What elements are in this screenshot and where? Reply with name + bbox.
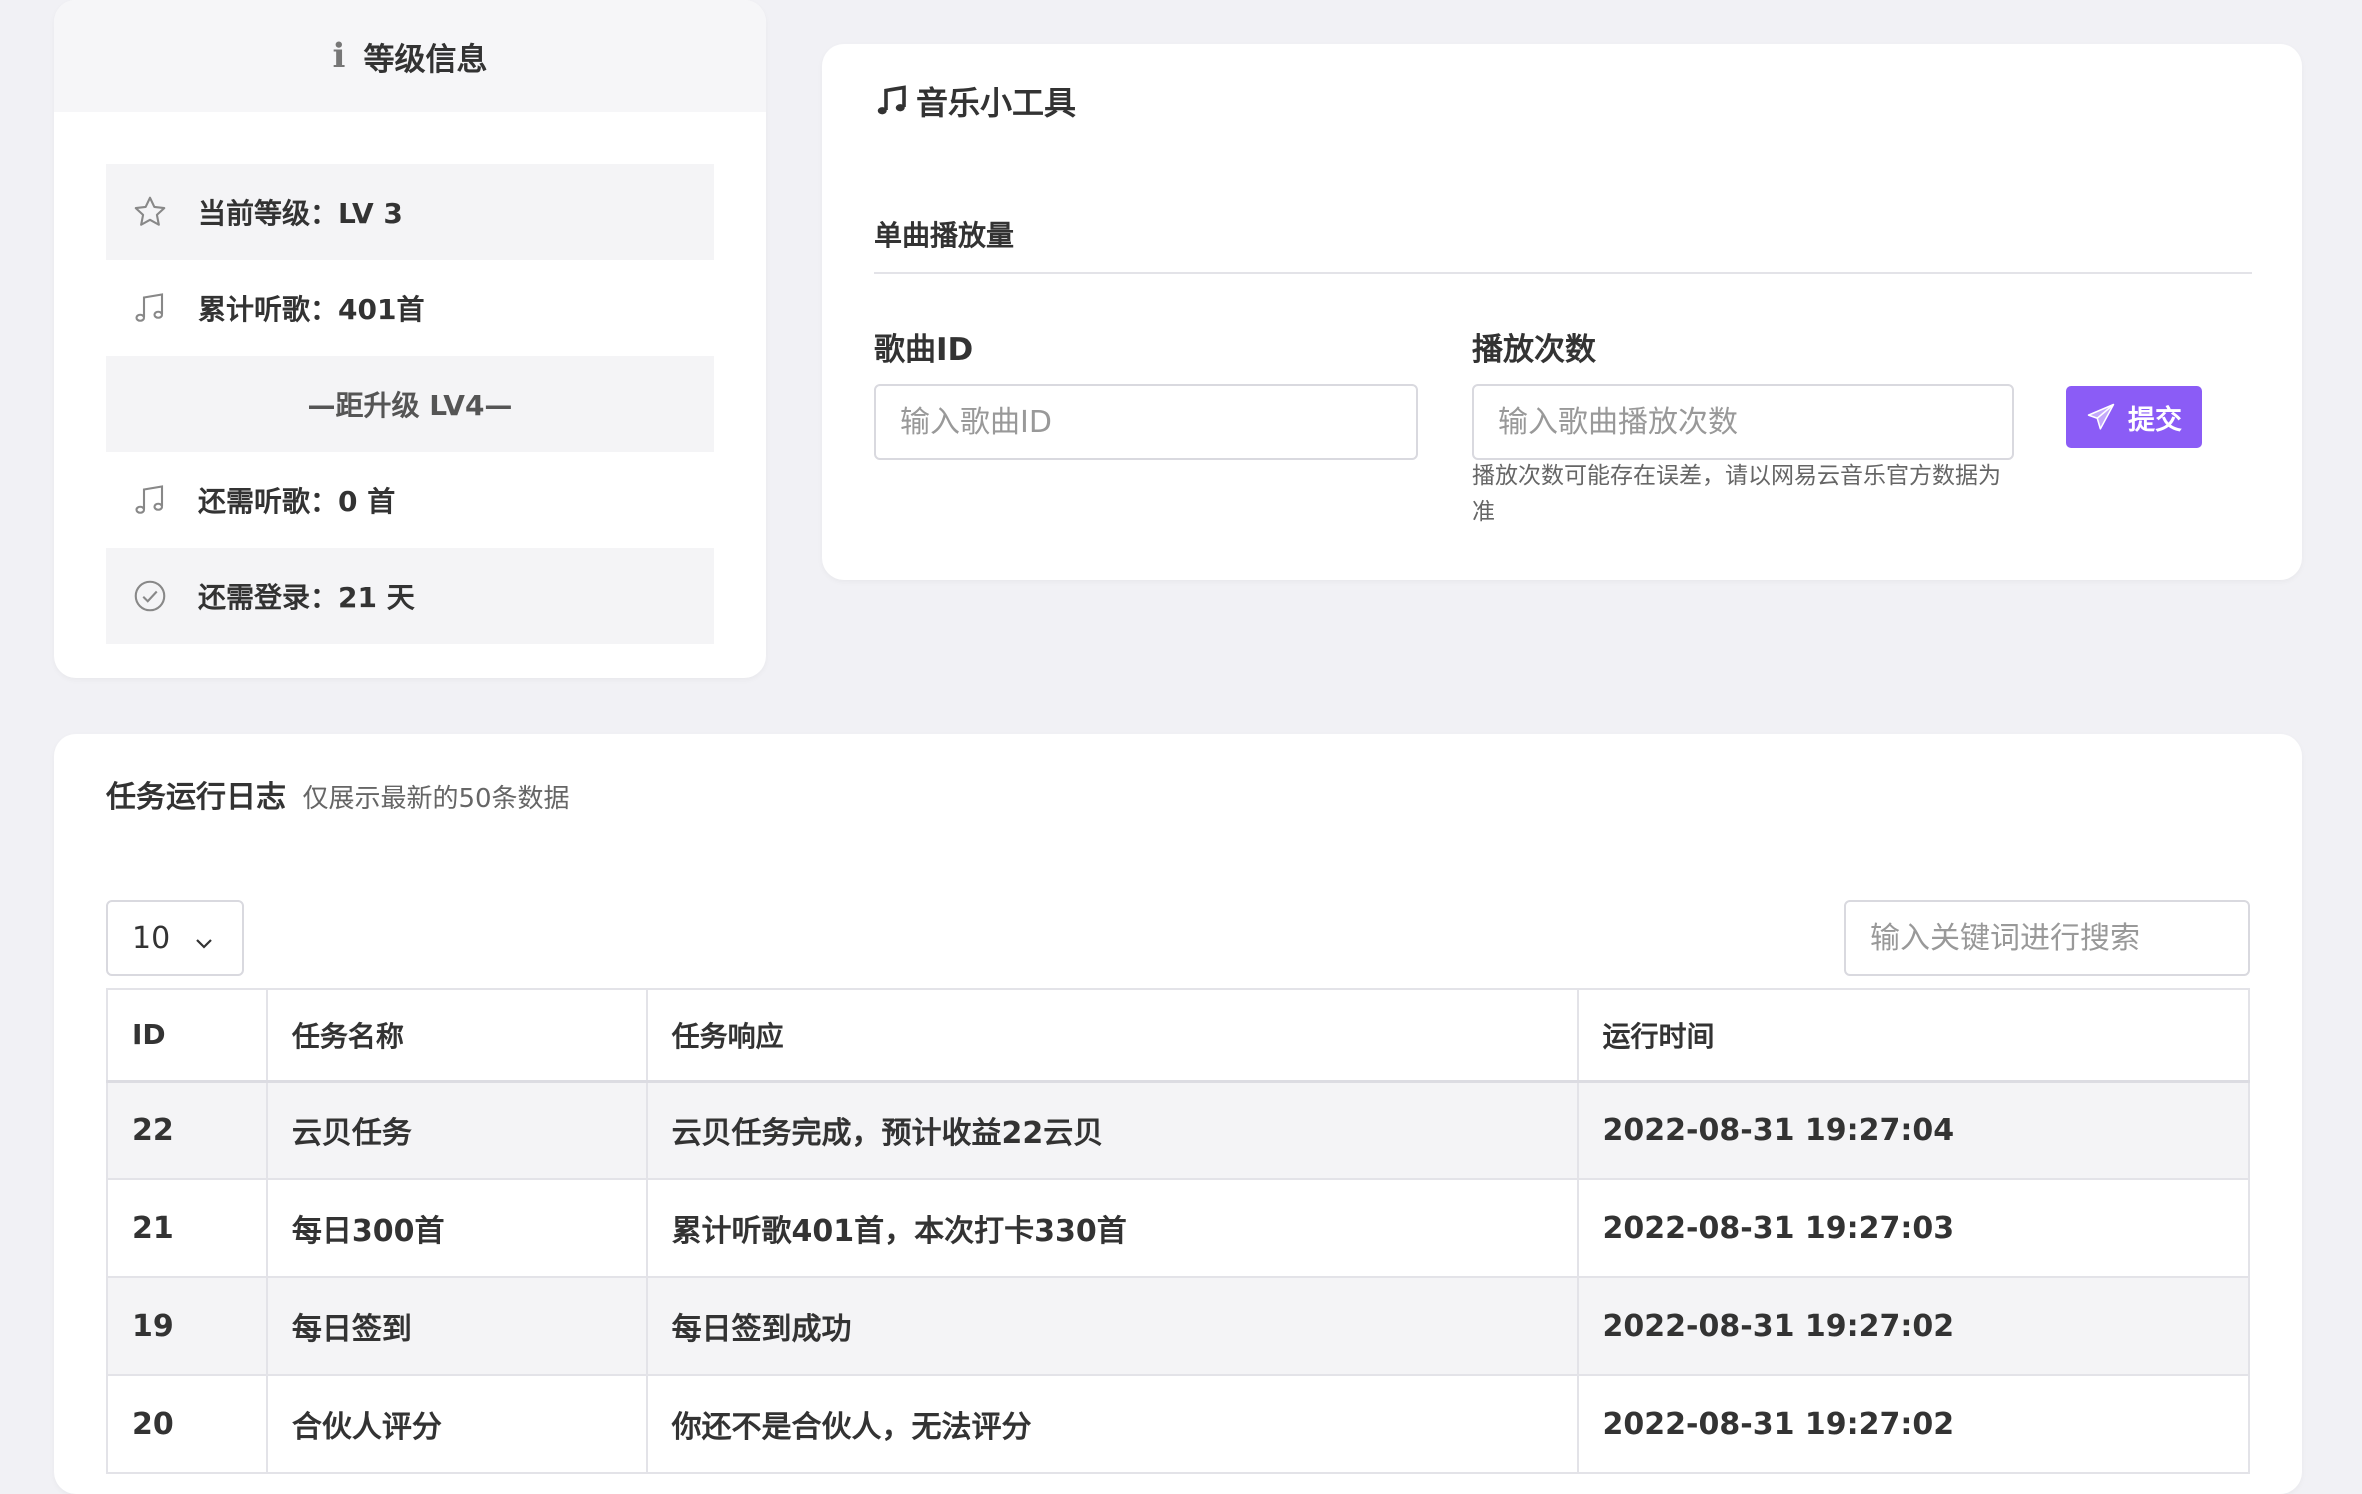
song-id-label: 歌曲ID bbox=[874, 332, 974, 368]
table-row: 20 合伙人评分 你还不是合伙人，无法评分 2022-08-31 19:27:0… bbox=[106, 1374, 2251, 1474]
table-row: 19 每日签到 每日签到成功 2022-08-31 19:27:02 bbox=[106, 1276, 2251, 1376]
page-size-select[interactable]: 10 bbox=[106, 900, 244, 976]
cell-response: 云贝任务完成，预计收益22云贝 bbox=[645, 1080, 1579, 1180]
current-level-label: 当前等级：LV 3 bbox=[198, 197, 403, 230]
level-info-title: 等级信息 bbox=[363, 41, 488, 78]
music-note-icon bbox=[132, 482, 190, 518]
search-input[interactable] bbox=[1844, 900, 2250, 976]
music-tools-card: 音乐小工具 单曲播放量 歌曲ID 播放次数 播放次数可能存在误差，请以网易云音乐… bbox=[822, 44, 2302, 580]
music-tools-header: 音乐小工具 bbox=[874, 78, 1076, 124]
cell-name: 每日签到 bbox=[265, 1276, 648, 1376]
current-level-row: 当前等级：LV 3 bbox=[106, 164, 714, 260]
level-info-card: i 等级信息 当前等级：LV 3 累计听歌：401首 —距升级 LV4— 还需听… bbox=[54, 0, 766, 678]
column-header-time[interactable]: 运行时间 bbox=[1576, 988, 2251, 1082]
login-days-needed-row: 还需登录：21 天 bbox=[106, 548, 714, 644]
play-count-label: 播放次数 bbox=[1472, 332, 1596, 368]
cell-time: 2022-08-31 19:27:03 bbox=[1576, 1178, 2251, 1278]
table-header-row: ID 任务名称 任务响应 运行时间 bbox=[106, 988, 2251, 1082]
cell-time: 2022-08-31 19:27:02 bbox=[1576, 1276, 2251, 1376]
total-listened-label: 累计听歌：401首 bbox=[198, 293, 425, 326]
songs-needed-row: 还需听歌：0 首 bbox=[106, 452, 714, 548]
cell-name: 每日300首 bbox=[265, 1178, 648, 1278]
cell-id: 21 bbox=[106, 1178, 268, 1278]
page-size-value: 10 bbox=[132, 920, 171, 956]
task-log-title: 任务运行日志 bbox=[106, 780, 286, 815]
cell-id: 20 bbox=[106, 1374, 268, 1474]
submit-label: 提交 bbox=[2128, 404, 2182, 436]
next-level-divider: —距升级 LV4— bbox=[106, 356, 714, 452]
play-count-hint: 播放次数可能存在误差，请以网易云音乐官方数据为准 bbox=[1472, 463, 2001, 525]
level-info-list: 当前等级：LV 3 累计听歌：401首 —距升级 LV4— 还需听歌：0 首 还… bbox=[106, 164, 714, 644]
music-note-icon bbox=[132, 290, 190, 326]
task-log-header: 任务运行日志 仅展示最新的50条数据 bbox=[106, 772, 570, 816]
music-note-icon bbox=[874, 83, 910, 119]
cell-id: 22 bbox=[106, 1080, 268, 1180]
task-log-card: 任务运行日志 仅展示最新的50条数据 10 ID 任务名称 任务响应 运行时间 … bbox=[54, 734, 2302, 1494]
task-log-table: ID 任务名称 任务响应 运行时间 22 云贝任务 云贝任务完成，预计收益22云… bbox=[106, 988, 2251, 1474]
cell-response: 你还不是合伙人，无法评分 bbox=[645, 1374, 1579, 1474]
column-header-name[interactable]: 任务名称 bbox=[265, 988, 648, 1082]
table-row: 21 每日300首 累计听歌401首，本次打卡330首 2022-08-31 1… bbox=[106, 1178, 2251, 1278]
star-icon bbox=[132, 194, 190, 230]
login-days-needed-label: 还需登录：21 天 bbox=[198, 581, 415, 614]
cell-id: 19 bbox=[106, 1276, 268, 1376]
submit-button[interactable]: 提交 bbox=[2066, 386, 2202, 448]
chevron-down-icon bbox=[192, 928, 216, 963]
task-log-subtitle: 仅展示最新的50条数据 bbox=[302, 784, 570, 814]
next-level-label: —距升级 LV4— bbox=[307, 389, 513, 422]
cell-name: 云贝任务 bbox=[265, 1080, 648, 1180]
section-divider bbox=[874, 272, 2252, 274]
total-listened-row: 累计听歌：401首 bbox=[106, 260, 714, 356]
column-header-id[interactable]: ID bbox=[106, 988, 268, 1082]
send-icon bbox=[2086, 402, 2116, 432]
table-row: 22 云贝任务 云贝任务完成，预计收益22云贝 2022-08-31 19:27… bbox=[106, 1080, 2251, 1180]
cell-response: 每日签到成功 bbox=[645, 1276, 1579, 1376]
cell-time: 2022-08-31 19:27:02 bbox=[1576, 1374, 2251, 1474]
cell-name: 合伙人评分 bbox=[265, 1374, 648, 1474]
check-circle-icon bbox=[132, 578, 190, 614]
songs-needed-label: 还需听歌：0 首 bbox=[198, 485, 396, 518]
music-tools-title: 音乐小工具 bbox=[916, 84, 1077, 122]
info-icon: i bbox=[332, 36, 346, 76]
level-info-header: i 等级信息 bbox=[54, 0, 766, 112]
column-header-response[interactable]: 任务响应 bbox=[645, 988, 1579, 1082]
cell-response: 累计听歌401首，本次打卡330首 bbox=[645, 1178, 1579, 1278]
cell-time: 2022-08-31 19:27:04 bbox=[1576, 1080, 2251, 1180]
section-label: 单曲播放量 bbox=[874, 219, 1015, 252]
play-count-input[interactable] bbox=[1472, 384, 2014, 460]
song-id-input[interactable] bbox=[874, 384, 1418, 460]
